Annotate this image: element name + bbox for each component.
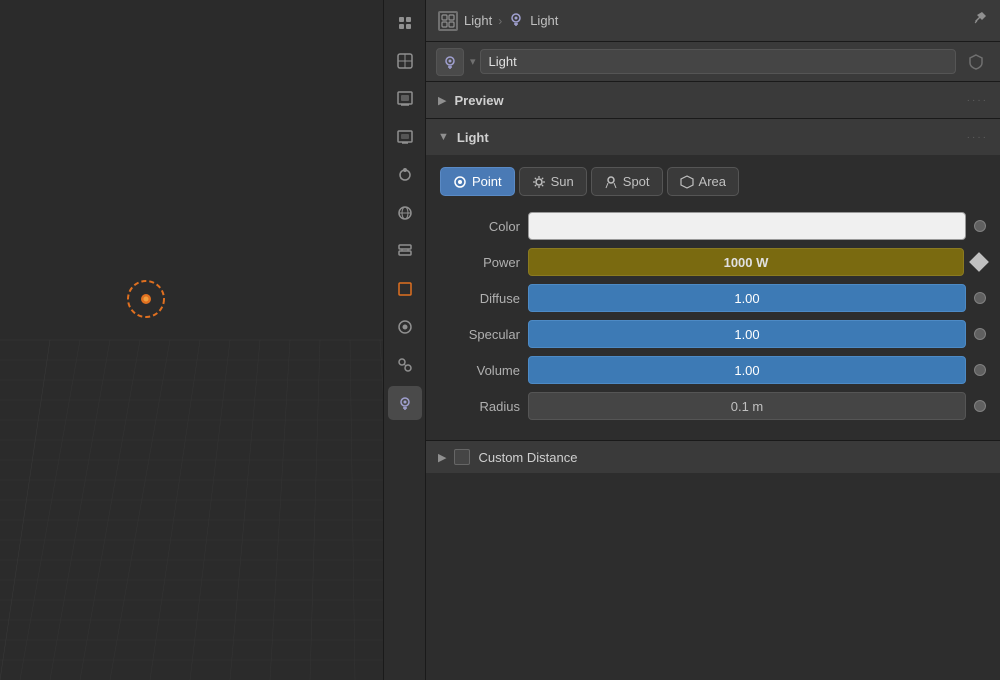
- volume-label: Volume: [440, 363, 520, 378]
- volume-field[interactable]: 1.00: [528, 356, 966, 384]
- power-value: 1000 W: [724, 255, 769, 270]
- light-title: Light: [457, 130, 489, 145]
- breadcrumb-light-name: Light: [530, 13, 558, 28]
- tab-sun-label: Sun: [551, 174, 574, 189]
- volume-keyframe-dot[interactable]: [974, 364, 986, 376]
- specular-label: Specular: [440, 327, 520, 342]
- prop-row-diffuse: Diffuse 1.00: [440, 284, 986, 312]
- radius-keyframe-dot[interactable]: [974, 400, 986, 412]
- sidebar-item-physics[interactable]: [388, 310, 422, 344]
- color-keyframe-dot[interactable]: [974, 220, 986, 232]
- diffuse-field[interactable]: 1.00: [528, 284, 966, 312]
- power-field[interactable]: 1000 W: [528, 248, 964, 276]
- properties-panel: Light › Light ▾: [425, 0, 1000, 680]
- sidebar-item-render[interactable]: [388, 120, 422, 154]
- breadcrumb-light-icon: [508, 11, 524, 30]
- preview-title: Preview: [454, 93, 503, 108]
- sidebar-item-modifier[interactable]: [388, 234, 422, 268]
- power-label: Power: [440, 255, 520, 270]
- sidebar-item-particles[interactable]: [388, 158, 422, 192]
- sidebar-item-constraints[interactable]: [388, 348, 422, 382]
- custom-distance-label: Custom Distance: [478, 450, 577, 465]
- section-light-header[interactable]: ▼ Light ····: [426, 119, 1000, 155]
- preview-dots: ····: [967, 95, 988, 106]
- sidebar-icons: [383, 0, 425, 680]
- preview-arrow: ▶: [438, 94, 446, 107]
- sidebar-item-object[interactable]: [388, 272, 422, 306]
- prop-row-volume: Volume 1.00: [440, 356, 986, 384]
- panel-header: Light › Light: [426, 0, 1000, 42]
- sidebar-item-scene[interactable]: [388, 82, 422, 116]
- diffuse-value: 1.00: [734, 291, 759, 306]
- tab-area-label: Area: [699, 174, 726, 189]
- specular-keyframe-dot[interactable]: [974, 328, 986, 340]
- color-label: Color: [440, 219, 520, 234]
- section-light-body: Point: [426, 155, 1000, 440]
- color-field[interactable]: [528, 212, 966, 240]
- custom-distance-row[interactable]: ▶ Custom Distance: [426, 441, 1000, 473]
- custom-distance-checkbox[interactable]: [454, 449, 470, 465]
- light-type-tabs: Point: [440, 167, 986, 196]
- radius-field[interactable]: 0.1 m: [528, 392, 966, 420]
- sidebar-item-world[interactable]: [388, 196, 422, 230]
- breadcrumb-separator: ›: [498, 14, 502, 28]
- tab-spot-label: Spot: [623, 174, 650, 189]
- prop-row-color: Color: [440, 212, 986, 240]
- specular-field[interactable]: 1.00: [528, 320, 966, 348]
- pin-icon[interactable]: [972, 10, 988, 31]
- viewport-grid: [0, 0, 383, 680]
- section-preview-header[interactable]: ▶ Preview ····: [426, 82, 1000, 118]
- prop-row-power: Power 1000 W: [440, 248, 986, 276]
- tab-spot[interactable]: Spot: [591, 167, 663, 196]
- specular-value: 1.00: [734, 327, 759, 342]
- diffuse-label: Diffuse: [440, 291, 520, 306]
- sidebar-item-active-tool[interactable]: [388, 44, 422, 78]
- light-dots: ····: [967, 132, 988, 143]
- diffuse-keyframe-dot[interactable]: [974, 292, 986, 304]
- breadcrumb-object-name: Light: [464, 13, 492, 28]
- section-preview: ▶ Preview ····: [426, 82, 1000, 119]
- prop-row-specular: Specular 1.00: [440, 320, 986, 348]
- power-keyframe-diamond[interactable]: [969, 252, 989, 272]
- custom-distance-arrow: ▶: [438, 451, 446, 464]
- breadcrumb-view-icon: [438, 11, 458, 31]
- tab-sun[interactable]: Sun: [519, 167, 587, 196]
- section-light: ▼ Light ···· Point: [426, 119, 1000, 441]
- object-name-input[interactable]: [480, 49, 956, 74]
- sidebar-item-light-data[interactable]: [388, 386, 422, 420]
- panel-content: ▶ Preview ···· ▼ Light ····: [426, 82, 1000, 680]
- object-selector: ▾: [426, 42, 1000, 82]
- viewport: [0, 0, 383, 680]
- radius-value: 0.1 m: [731, 399, 764, 414]
- light-arrow: ▼: [438, 131, 449, 143]
- volume-value: 1.00: [734, 363, 759, 378]
- tab-point-label: Point: [472, 174, 502, 189]
- prop-row-radius: Radius 0.1 m: [440, 392, 986, 420]
- light-object[interactable]: [122, 275, 170, 323]
- shield-icon[interactable]: [962, 48, 990, 76]
- sidebar-item-tools[interactable]: [388, 6, 422, 40]
- tab-point[interactable]: Point: [440, 167, 515, 196]
- tab-area[interactable]: Area: [667, 167, 739, 196]
- radius-label: Radius: [440, 399, 520, 414]
- object-type-dropdown[interactable]: [436, 48, 464, 76]
